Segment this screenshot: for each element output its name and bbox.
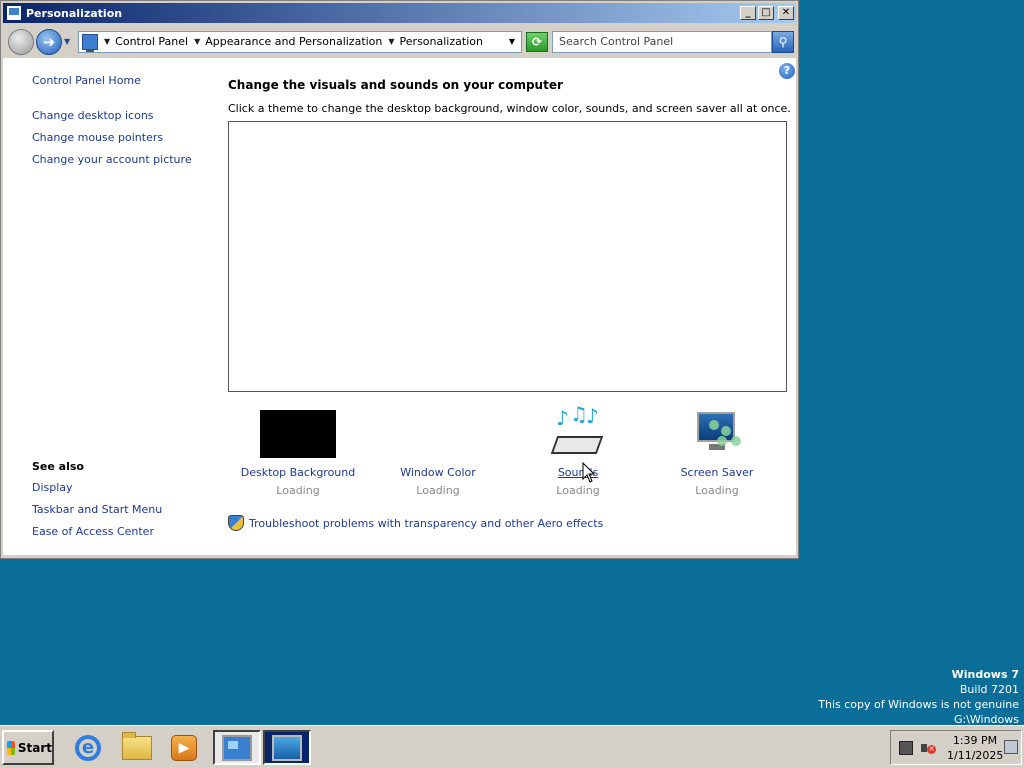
- help-icon[interactable]: ?: [779, 63, 795, 79]
- search-icon[interactable]: ⚲: [772, 30, 794, 53]
- address-field[interactable]: ▼ Control Panel ▼ Appearance and Persona…: [78, 30, 522, 53]
- change-desktop-icons-link[interactable]: Change desktop icons: [32, 109, 212, 122]
- clock-time: 1:39 PM: [952, 734, 998, 747]
- watermark-build: Build 7201: [959, 683, 1019, 696]
- sounds-option[interactable]: ♪ ♫ ♪ Sounds Loading: [508, 402, 648, 497]
- page-title: Change the visuals and sounds on your co…: [228, 78, 563, 92]
- change-account-picture-link[interactable]: Change your account picture: [32, 153, 212, 166]
- desktop-watermark: Windows 7 Build 7201 This copy of Window…: [818, 667, 1019, 727]
- control-panel-icon: [222, 734, 252, 761]
- start-label: Start: [17, 740, 52, 755]
- chevron-down-icon[interactable]: ▼: [104, 37, 110, 46]
- sounds-status: Loading: [556, 484, 600, 497]
- desktop-background-option[interactable]: Desktop Background Loading: [228, 410, 368, 497]
- volume-muted-icon[interactable]: ✕: [921, 741, 936, 755]
- breadcrumb-personalization[interactable]: Personalization: [400, 35, 483, 48]
- change-mouse-pointers-link[interactable]: Change mouse pointers: [32, 131, 212, 144]
- see-also-title: See also: [32, 460, 84, 473]
- start-button[interactable]: Start: [2, 730, 54, 765]
- watermark-genuine: This copy of Windows is not genuine: [818, 698, 1019, 711]
- desktop-background-status: Loading: [276, 484, 320, 497]
- sounds-icon[interactable]: ♪ ♫ ♪: [550, 402, 606, 458]
- screen-saver-option[interactable]: Screen Saver Loading: [647, 410, 787, 497]
- personalization-window: Personalization _ □ ✕ ➜ ▼ ▼ Control Pane…: [0, 0, 799, 559]
- desktop-background-label[interactable]: Desktop Background: [228, 466, 368, 479]
- back-button[interactable]: [8, 28, 34, 55]
- system-tray: ✕ 1:39 PM 1/11/2025: [890, 730, 1022, 765]
- minimize-button[interactable]: _: [740, 6, 756, 20]
- troubleshoot-link[interactable]: Troubleshoot problems with transparency …: [249, 517, 603, 530]
- personalization-options: Desktop Background Loading Window Color …: [228, 402, 788, 500]
- taskbar-start-menu-link[interactable]: Taskbar and Start Menu: [32, 503, 162, 516]
- chevron-down-icon[interactable]: ▼: [194, 37, 200, 46]
- control-panel-home-link[interactable]: Control Panel Home: [32, 74, 212, 87]
- theme-list[interactable]: [228, 121, 787, 392]
- refresh-button[interactable]: ⟳: [526, 31, 548, 52]
- breadcrumb-control-panel[interactable]: Control Panel: [115, 35, 188, 48]
- close-button[interactable]: ✕: [778, 6, 794, 20]
- taskbar-internet-explorer[interactable]: e: [68, 730, 108, 765]
- screen-saver-status: Loading: [695, 484, 739, 497]
- task-pane: Control Panel Home Change desktop icons …: [32, 74, 212, 175]
- see-also-section: See also Display Taskbar and Start Menu …: [32, 460, 162, 547]
- chevron-down-icon[interactable]: ▼: [388, 37, 394, 46]
- taskbar: Start e ▶ ✕ 1:39 PM 1/11/2025: [0, 725, 1024, 768]
- forward-button[interactable]: ➜: [36, 28, 62, 55]
- shield-icon: [228, 515, 244, 531]
- page-description: Click a theme to change the desktop back…: [228, 102, 791, 115]
- troubleshoot-link-row[interactable]: Troubleshoot problems with transparency …: [228, 515, 603, 531]
- content-pane: ? Control Panel Home Change desktop icon…: [3, 58, 796, 555]
- window-color-status: Loading: [416, 484, 460, 497]
- recent-pages-dropdown-icon[interactable]: ▼: [64, 37, 74, 46]
- personalization-icon: [272, 734, 302, 761]
- maximize-button[interactable]: □: [758, 6, 774, 20]
- mouse-pointer-icon: [582, 462, 596, 483]
- taskbar-media-player[interactable]: ▶: [164, 730, 204, 765]
- window-icon: [6, 5, 22, 21]
- taskbar-windows-explorer[interactable]: [117, 730, 157, 765]
- screen-saver-label[interactable]: Screen Saver: [647, 466, 787, 479]
- breadcrumb-appearance[interactable]: Appearance and Personalization: [205, 35, 382, 48]
- ease-of-access-link[interactable]: Ease of Access Center: [32, 525, 162, 538]
- windows-logo-icon: [7, 740, 15, 755]
- clock-date: 1/11/2025: [947, 749, 1004, 762]
- media-player-icon: ▶: [171, 734, 197, 761]
- display-link[interactable]: Display: [32, 481, 162, 494]
- address-bar: ➜ ▼ ▼ Control Panel ▼ Appearance and Per…: [3, 25, 796, 58]
- search-input[interactable]: Search Control Panel: [552, 30, 772, 53]
- sounds-label[interactable]: Sounds: [508, 466, 648, 479]
- window-color-label[interactable]: Window Color: [368, 466, 508, 479]
- internet-explorer-icon: e: [75, 734, 101, 761]
- desktop-background-thumbnail[interactable]: [260, 410, 336, 458]
- title-bar[interactable]: Personalization _ □ ✕: [3, 3, 796, 23]
- window-color-thumbnail[interactable]: [400, 410, 476, 458]
- window-color-option[interactable]: Window Color Loading: [368, 410, 508, 497]
- taskbar-personalization[interactable]: [263, 730, 311, 765]
- screen-saver-icon[interactable]: [691, 410, 743, 458]
- address-dropdown-icon[interactable]: ▼: [509, 37, 515, 46]
- clock[interactable]: 1:39 PM 1/11/2025: [947, 733, 1003, 763]
- taskbar-control-panel[interactable]: [213, 730, 261, 765]
- folder-icon: [122, 731, 152, 760]
- window-title: Personalization: [26, 6, 123, 20]
- show-desktop-icon[interactable]: [1004, 740, 1018, 754]
- watermark-title: Windows 7: [951, 668, 1019, 681]
- control-panel-icon: [82, 33, 98, 52]
- network-icon[interactable]: [899, 741, 913, 755]
